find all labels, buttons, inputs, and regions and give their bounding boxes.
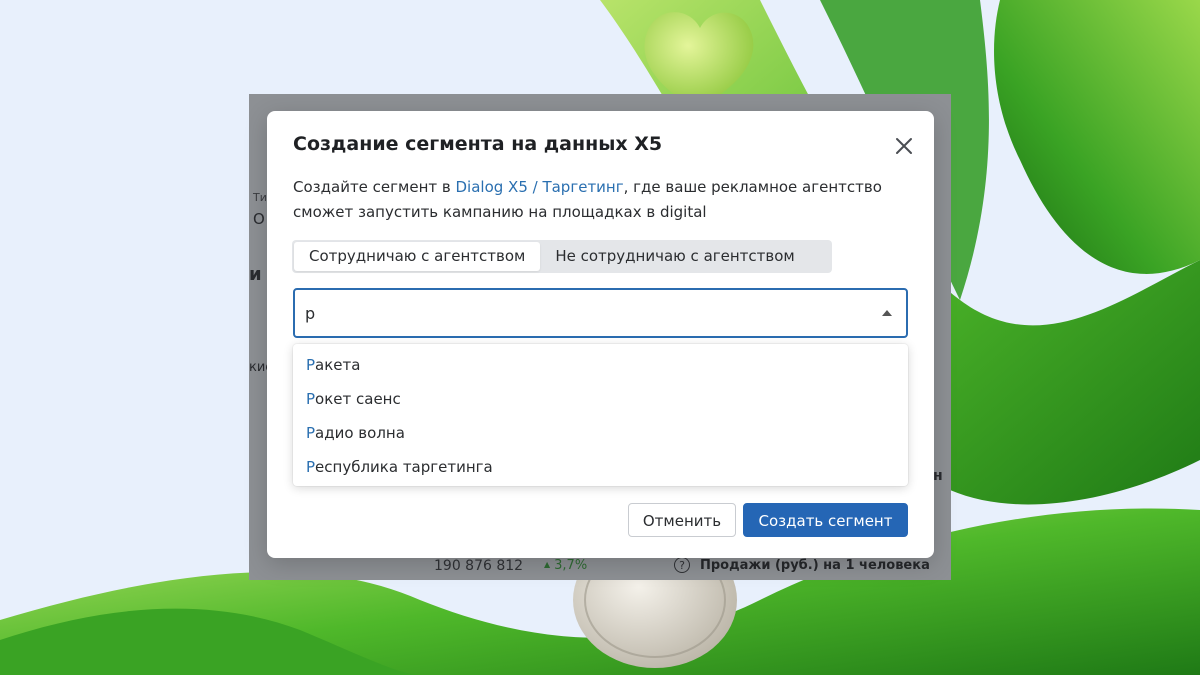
- modal-title: Создание сегмента на данных X5: [293, 133, 663, 155]
- close-button[interactable]: [891, 133, 917, 159]
- segment-option-with-agency[interactable]: Сотрудничаю с агентством: [294, 242, 541, 271]
- help-icon[interactable]: ?: [674, 557, 690, 573]
- suggestion-item[interactable]: Республика таргетинга: [293, 450, 908, 484]
- create-segment-modal: Создание сегмента на данных X5 Создайте …: [267, 111, 934, 558]
- app-metric-value: 190 876 812: [434, 558, 524, 574]
- description-text-before: Создайте сегмент в: [293, 178, 456, 196]
- segment-option-without-agency[interactable]: Не сотрудничаю с агентством: [540, 242, 809, 271]
- create-segment-button[interactable]: Создать сегмент: [743, 503, 908, 537]
- suggestion-match: Р: [306, 458, 316, 476]
- modal-description: Создайте сегмент в Dialog X5 / Таргетинг…: [293, 175, 903, 225]
- agency-search-input[interactable]: [305, 301, 865, 325]
- suggestion-match: Р: [306, 356, 316, 374]
- close-icon: [896, 138, 912, 154]
- suggestion-match: Р: [306, 424, 316, 442]
- suggestion-rest: окет саенс: [315, 390, 401, 408]
- dropdown-arrow-icon[interactable]: [882, 310, 892, 316]
- suggestion-rest: еспублика таргетинга: [315, 458, 493, 476]
- up-arrow-icon: ▲: [544, 560, 551, 569]
- app-fragment-3: и: [249, 264, 262, 285]
- app-fragment-2: О: [253, 210, 265, 228]
- app-metric-delta: ▲ 3,7%: [544, 558, 587, 573]
- suggestion-match: Р: [306, 390, 316, 408]
- app-metric-delta-text: 3,7%: [554, 558, 588, 573]
- app-fragment-1: Ти: [253, 191, 267, 204]
- dialog-x5-link[interactable]: Dialog X5 / Таргетинг: [456, 178, 624, 196]
- app-metric-label: Продажи (руб.) на 1 человека: [700, 558, 930, 573]
- suggestion-item[interactable]: Рокет саенс: [293, 382, 908, 416]
- agency-suggestions-list: Ракета Рокет саенс Радио волна Республик…: [293, 344, 908, 486]
- suggestion-rest: акета: [315, 356, 361, 374]
- app-fragment-5: н: [933, 468, 943, 484]
- suggestion-item[interactable]: Ракета: [293, 348, 908, 382]
- cancel-button[interactable]: Отменить: [628, 503, 736, 537]
- suggestion-rest: адио волна: [315, 424, 405, 442]
- agency-segmented-control: Сотрудничаю с агентством Не сотрудничаю …: [292, 240, 832, 273]
- suggestion-item[interactable]: Радио волна: [293, 416, 908, 450]
- agency-combobox[interactable]: [293, 288, 908, 338]
